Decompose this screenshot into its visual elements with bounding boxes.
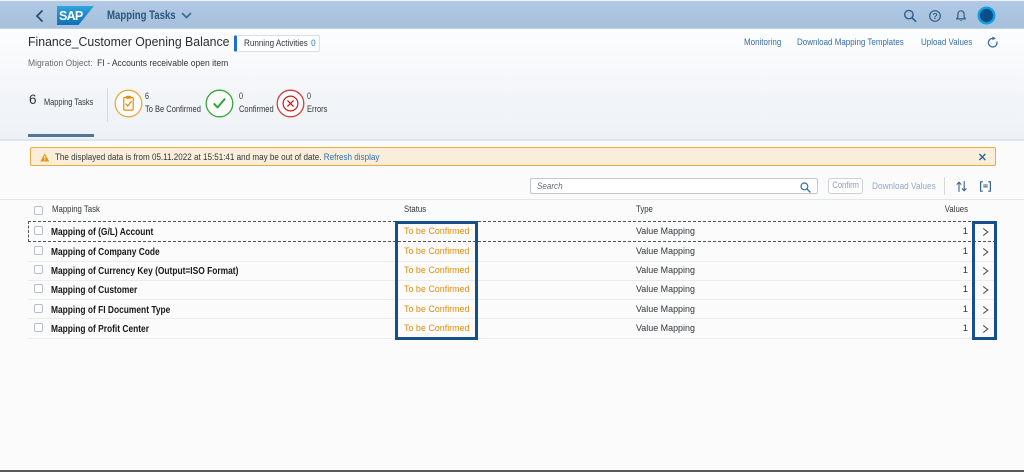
svg-text:?: ? (932, 11, 937, 21)
svg-text:SAP: SAP (59, 9, 83, 23)
